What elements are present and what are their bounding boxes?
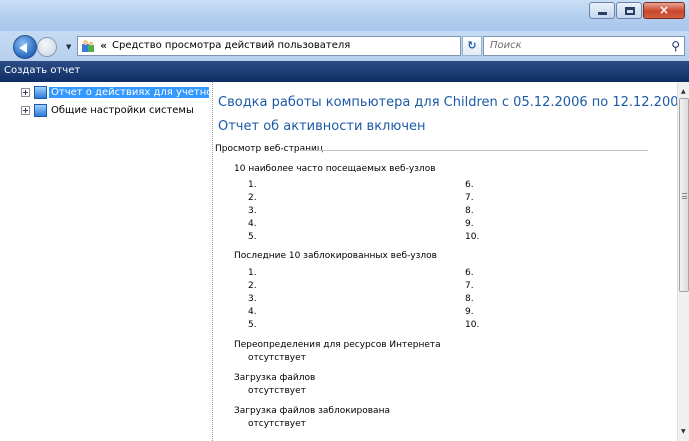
- report-content: Сводка работы компьютера для Children с …: [213, 82, 677, 441]
- window-controls: ×: [588, 2, 685, 19]
- report-icon: [34, 85, 47, 99]
- vertical-scrollbar[interactable]: ▲ ▼: [677, 82, 689, 441]
- address-bar[interactable]: « Средство просмотра действий пользовате…: [77, 36, 524, 56]
- recent-pages-dropdown[interactable]: ▼: [66, 43, 71, 51]
- top-visited-label: 10 наиболее часто посещаемых веб-узлов: [234, 164, 436, 174]
- list-item: 5.: [248, 232, 257, 242]
- tree-item-system-settings[interactable]: Общие настройки системы: [21, 103, 196, 117]
- list-item: 7.: [465, 193, 474, 203]
- list-item: 3.: [248, 294, 257, 304]
- list-item: 2.: [248, 193, 257, 203]
- list-item: 5.: [248, 320, 257, 330]
- create-report-menu-item[interactable]: Создать отчет: [4, 65, 80, 76]
- list-item: 1.: [248, 180, 257, 190]
- downloads-blocked-label: Загрузка файлов заблокирована: [234, 406, 390, 416]
- maximize-icon: [625, 7, 635, 15]
- scroll-down-icon[interactable]: ▼: [681, 428, 686, 435]
- navigation-bar: ▼ « Средство просмотра действий пользова…: [0, 31, 689, 61]
- back-button[interactable]: [13, 35, 37, 59]
- report-status: Отчет об активности включен: [218, 119, 426, 134]
- expand-icon[interactable]: [21, 87, 30, 97]
- list-item: 7.: [465, 281, 474, 291]
- scroll-up-icon[interactable]: ▲: [681, 88, 686, 95]
- report-icon: [34, 103, 47, 117]
- overrides-value: отсутствует: [248, 353, 306, 363]
- downloads-label: Загрузка файлов: [234, 373, 316, 383]
- maximize-button[interactable]: [616, 2, 642, 19]
- list-item: 6.: [465, 180, 474, 190]
- section-title-web-browsing: Просмотр веб-страниц: [215, 144, 323, 154]
- refresh-button[interactable]: ↻: [462, 36, 482, 56]
- grip-icon: [682, 193, 687, 199]
- scrollbar-thumb[interactable]: [679, 98, 689, 292]
- downloads-blocked-value: отсутствует: [248, 419, 306, 429]
- list-item: 3.: [248, 206, 257, 216]
- tree-item-account-report[interactable]: Отчет о действиях для учетной записи: [21, 85, 209, 99]
- list-item: 1.: [248, 268, 257, 278]
- list-item: 8.: [465, 206, 474, 216]
- overrides-label: Переопределения для ресурсов Интернета: [234, 340, 441, 350]
- top-blocked-label: Последние 10 заблокированных веб-узлов: [234, 251, 437, 261]
- list-item: 6.: [465, 268, 474, 278]
- list-item: 10.: [465, 320, 480, 330]
- menu-bar: Создать отчет: [0, 61, 689, 82]
- minimize-icon: [598, 12, 607, 15]
- list-item: 2.: [248, 281, 257, 291]
- close-icon: ×: [658, 3, 670, 17]
- user-accounts-icon: [82, 40, 94, 52]
- section-divider: [300, 150, 648, 151]
- expand-icon[interactable]: [21, 105, 30, 115]
- tree-pane: Отчет о действиях для учетной записи Общ…: [0, 82, 212, 441]
- close-button[interactable]: ×: [643, 2, 685, 19]
- title-bar: ×: [0, 0, 689, 31]
- list-item: 9.: [465, 307, 474, 317]
- list-item: 4.: [248, 307, 257, 317]
- forward-button[interactable]: [37, 37, 57, 57]
- downloads-value: отсутствует: [248, 386, 306, 396]
- report-title: Сводка работы компьютера для Children с …: [218, 95, 677, 110]
- breadcrumb-overflow[interactable]: «: [100, 39, 107, 52]
- search-icon[interactable]: ⚲: [671, 39, 680, 53]
- search-placeholder: Поиск: [490, 40, 522, 51]
- list-item: 10.: [465, 232, 480, 242]
- list-item: 8.: [465, 294, 474, 304]
- search-input[interactable]: Поиск ⚲: [483, 36, 685, 56]
- tree-item-label[interactable]: Отчет о действиях для учетной записи: [49, 86, 209, 98]
- tree-item-label[interactable]: Общие настройки системы: [49, 105, 196, 116]
- list-item: 4.: [248, 219, 257, 229]
- list-item: 9.: [465, 219, 474, 229]
- breadcrumb[interactable]: Средство просмотра действий пользователя: [112, 40, 350, 51]
- minimize-button[interactable]: [589, 2, 615, 19]
